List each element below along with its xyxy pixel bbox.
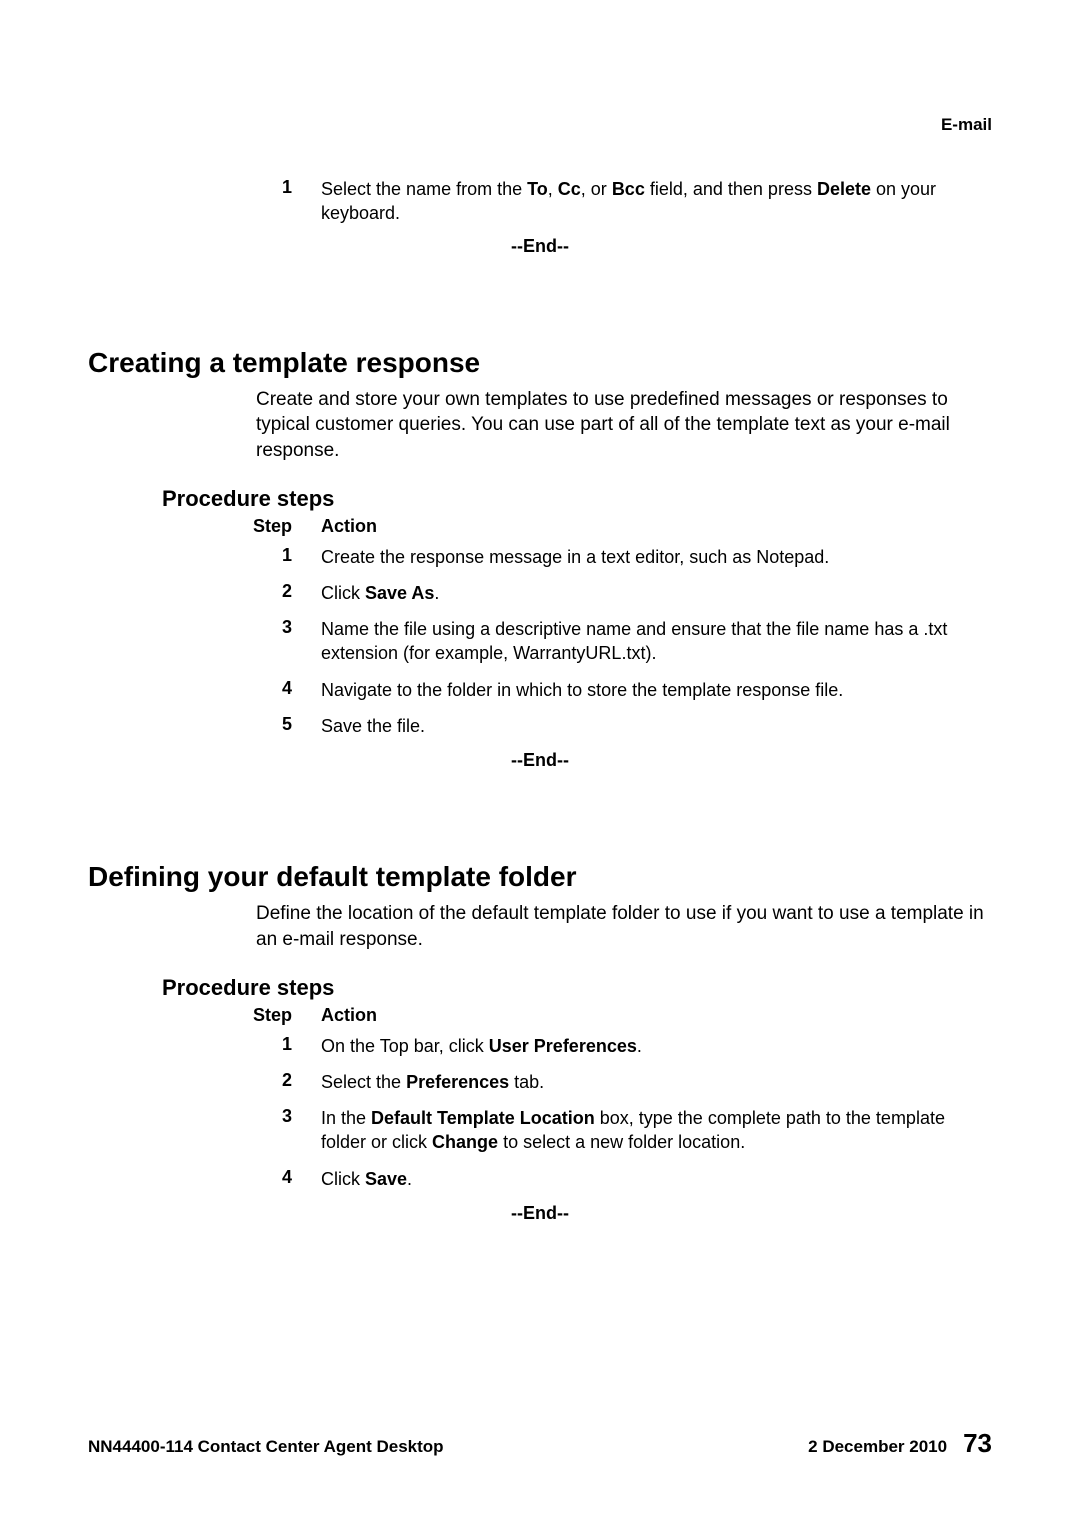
step-number: 1 xyxy=(253,1034,321,1058)
step-row: 5 Save the file. xyxy=(253,714,992,738)
step-row: 1 Create the response message in a text … xyxy=(253,545,992,569)
step-header-label: Step xyxy=(253,516,321,537)
step-number: 2 xyxy=(253,581,321,605)
steps-container: 1 Create the response message in a text … xyxy=(253,545,992,739)
footer-left: NN44400-114 Contact Center Agent Desktop xyxy=(88,1437,444,1457)
step-row: 1 Select the name from the To, Cc, or Bc… xyxy=(253,177,992,226)
section-heading-default-folder: Defining your default template folder xyxy=(88,861,992,893)
step-action: In the Default Template Location box, ty… xyxy=(321,1106,992,1155)
step-row: 4 Click Save. xyxy=(253,1167,992,1191)
step-action: Click Save. xyxy=(321,1167,992,1191)
step-action: Select the name from the To, Cc, or Bcc … xyxy=(321,177,992,226)
step-number: 5 xyxy=(253,714,321,738)
page-footer: NN44400-114 Contact Center Agent Desktop… xyxy=(88,1428,992,1459)
step-row: 4 Navigate to the folder in which to sto… xyxy=(253,678,992,702)
step-action: On the Top bar, click User Preferences. xyxy=(321,1034,992,1058)
step-number: 1 xyxy=(253,545,321,569)
step-row: 3 Name the file using a descriptive name… xyxy=(253,617,992,666)
initial-step-block: 1 Select the name from the To, Cc, or Bc… xyxy=(253,177,992,226)
step-header-row: Step Action xyxy=(253,1005,992,1026)
step-row: 2 Select the Preferences tab. xyxy=(253,1070,992,1094)
end-marker: --End-- xyxy=(88,750,992,771)
step-number: 1 xyxy=(253,177,321,226)
step-action: Create the response message in a text ed… xyxy=(321,545,992,569)
steps-container: 1 On the Top bar, click User Preferences… xyxy=(253,1034,992,1191)
step-header-label: Step xyxy=(253,1005,321,1026)
footer-right: 2 December 2010 73 xyxy=(808,1428,992,1459)
step-number: 4 xyxy=(253,1167,321,1191)
section-heading-creating-template: Creating a template response xyxy=(88,347,992,379)
step-row: 1 On the Top bar, click User Preferences… xyxy=(253,1034,992,1058)
section-intro: Define the location of the default templ… xyxy=(256,901,992,952)
step-action: Click Save As. xyxy=(321,581,992,605)
procedure-steps-heading: Procedure steps xyxy=(162,975,992,1001)
step-action: Select the Preferences tab. xyxy=(321,1070,992,1094)
section-label: E-mail xyxy=(941,115,992,134)
step-number: 4 xyxy=(253,678,321,702)
section-intro: Create and store your own templates to u… xyxy=(256,387,992,464)
page-number: 73 xyxy=(963,1428,992,1458)
step-action: Save the file. xyxy=(321,714,992,738)
step-number: 2 xyxy=(253,1070,321,1094)
step-header-row: Step Action xyxy=(253,516,992,537)
action-header-label: Action xyxy=(321,1005,377,1026)
action-header-label: Action xyxy=(321,516,377,537)
step-action: Navigate to the folder in which to store… xyxy=(321,678,992,702)
step-row: 3 In the Default Template Location box, … xyxy=(253,1106,992,1155)
step-action: Name the file using a descriptive name a… xyxy=(321,617,992,666)
footer-date: 2 December 2010 xyxy=(808,1437,947,1456)
step-number: 3 xyxy=(253,1106,321,1155)
step-number: 3 xyxy=(253,617,321,666)
step-row: 2 Click Save As. xyxy=(253,581,992,605)
end-marker: --End-- xyxy=(88,236,992,257)
end-marker: --End-- xyxy=(88,1203,992,1224)
procedure-steps-heading: Procedure steps xyxy=(162,486,992,512)
page-header-section: E-mail xyxy=(88,115,992,135)
